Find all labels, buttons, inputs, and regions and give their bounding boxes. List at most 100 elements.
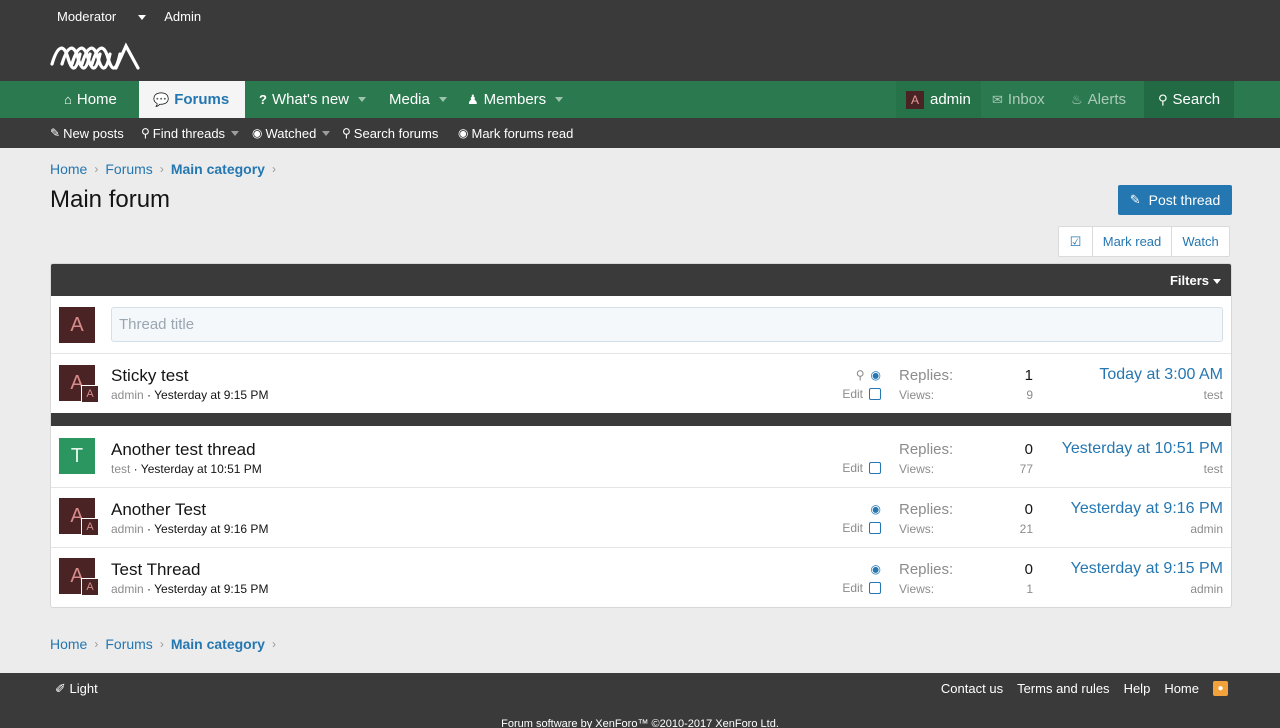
moderator-menu[interactable]: Moderator (57, 9, 147, 24)
breadcrumb-forums[interactable]: Forums (105, 636, 152, 652)
breadcrumb-home[interactable]: Home (50, 161, 87, 177)
replies-label: Replies: (899, 561, 954, 578)
thread-title[interactable]: Another test thread (111, 440, 256, 460)
nav-account[interactable]: Aadmin (896, 81, 981, 118)
copyright: Forum software by XenForo™ ©2010-2017 Xe… (501, 718, 779, 728)
edit-link[interactable]: Edit (842, 521, 863, 535)
last-post-user[interactable]: admin (1190, 522, 1223, 536)
thread-list-header: Filters (51, 264, 1231, 296)
help-link[interactable]: Help (1124, 681, 1151, 696)
edit-controls: Edit (821, 521, 881, 535)
nav-whats-new[interactable]: ? What's new (259, 81, 367, 118)
nav-home[interactable]: ⌂ Home (64, 81, 117, 118)
last-post-date[interactable]: Yesterday at 9:15 PM (1071, 560, 1223, 578)
nav-inbox[interactable]: ✉ Inbox (992, 81, 1045, 118)
last-post-user[interactable]: test (1204, 462, 1223, 476)
chevron-down-icon (358, 97, 367, 102)
edit-controls: Edit (821, 461, 881, 475)
views-count: 77 (1019, 462, 1033, 476)
edit-controls: Edit (821, 387, 881, 401)
table-row[interactable]: T Another test thread test · Yesterday a… (51, 428, 1231, 488)
last-post-user[interactable]: test (1204, 388, 1223, 402)
breadcrumb-home[interactable]: Home (50, 636, 87, 652)
thread-author[interactable]: test (111, 462, 130, 476)
status-icons: ◉ (841, 562, 881, 576)
admin-link[interactable]: Admin (164, 9, 201, 24)
chevron-down-icon (138, 14, 147, 20)
filters-menu[interactable]: Filters (1170, 273, 1221, 288)
breadcrumb-forums[interactable]: Forums (105, 161, 152, 177)
replies-count: 0 (1024, 501, 1033, 518)
breadcrumb-category[interactable]: Main category (171, 161, 265, 177)
edit-link[interactable]: Edit (842, 581, 863, 595)
chevron-down-icon (438, 97, 447, 102)
watch-button[interactable]: Watch (1172, 227, 1229, 256)
subnav-search-forums[interactable]: ⚲ Search forums (342, 118, 438, 148)
avatar[interactable]: A (59, 307, 95, 343)
avatar-small[interactable]: A (81, 518, 99, 536)
home-link[interactable]: Home (1164, 681, 1199, 696)
nav-members[interactable]: ♟ Members (467, 81, 564, 118)
chevron-right-icon: › (159, 162, 164, 176)
breadcrumb-category[interactable]: Main category (171, 636, 265, 652)
thread-meta: test · Yesterday at 10:51 PM (111, 462, 262, 476)
subnav-new-posts[interactable]: ✎ New posts (50, 118, 124, 148)
select-checkbox[interactable] (869, 388, 881, 400)
table-row[interactable]: A A Sticky test admin · Yesterday at 9:1… (51, 354, 1231, 414)
eye-slash-icon: ◉ (458, 126, 469, 140)
chevron-down-icon (555, 97, 564, 102)
select-checkbox[interactable] (869, 522, 881, 534)
thread-title-input[interactable] (111, 307, 1223, 342)
avatar-small[interactable]: A (81, 385, 99, 403)
table-row[interactable]: A A Another Test admin · Yesterday at 9:… (51, 488, 1231, 548)
thread-title[interactable]: Another Test (111, 500, 206, 520)
last-post-date[interactable]: Yesterday at 10:51 PM (1062, 440, 1223, 458)
avatar: A (906, 90, 924, 109)
mark-read-button[interactable]: Mark read (1093, 227, 1172, 256)
chevron-down-icon (231, 130, 240, 136)
rss-icon[interactable]: ● (1213, 681, 1228, 696)
terms-link[interactable]: Terms and rules (1017, 681, 1109, 696)
thread-title[interactable]: Test Thread (111, 560, 200, 580)
chevron-right-icon: › (271, 637, 276, 651)
thread-date[interactable]: Yesterday at 10:51 PM (141, 462, 262, 476)
subnav-watched[interactable]: ◉ Watched (252, 118, 331, 148)
subnav-mark-read[interactable]: ◉ Mark forums read (458, 118, 573, 148)
nav-alerts[interactable]: ♨ Alerts (1071, 81, 1126, 118)
views-count: 9 (1026, 388, 1033, 402)
last-post-date[interactable]: Yesterday at 9:16 PM (1071, 500, 1223, 518)
subnav-find-threads[interactable]: ⚲ Find threads (141, 118, 240, 148)
avatar[interactable]: T (59, 438, 95, 474)
select-all-button[interactable]: ☑ (1059, 227, 1093, 256)
chevron-down-icon (322, 130, 331, 136)
nav-forums[interactable]: 💬 Forums (139, 81, 245, 118)
nav-search[interactable]: ⚲ Search (1144, 81, 1234, 118)
thread-author[interactable]: admin (111, 388, 144, 402)
footer-links: Contact us Terms and rules Help Home ● (927, 681, 1228, 696)
thread-title[interactable]: Sticky test (111, 366, 188, 386)
staff-bar: Moderator Admin (0, 0, 1280, 32)
question-icon: ? (259, 92, 267, 107)
select-checkbox[interactable] (869, 582, 881, 594)
thread-date[interactable]: Yesterday at 9:16 PM (154, 522, 268, 536)
status-icons: ◉ (841, 502, 881, 516)
nav-media[interactable]: Media (389, 81, 447, 118)
avatar-small[interactable]: A (81, 578, 99, 596)
thread-meta: admin · Yesterday at 9:15 PM (111, 582, 269, 596)
sub-nav: ✎ New posts ⚲ Find threads ◉ Watched ⚲ Searc… (0, 118, 1280, 148)
table-row[interactable]: A A Test Thread admin · Yesterday at 9:1… (51, 548, 1231, 607)
style-chooser[interactable]: ✐ Light (55, 681, 98, 697)
last-post-date[interactable]: Today at 3:00 AM (1099, 366, 1223, 384)
edit-link[interactable]: Edit (842, 461, 863, 475)
site-logo[interactable] (50, 38, 150, 74)
thread-date[interactable]: Yesterday at 9:15 PM (154, 388, 268, 402)
thread-date[interactable]: Yesterday at 9:15 PM (154, 582, 268, 596)
post-thread-button[interactable]: ✎ Post thread (1118, 185, 1232, 215)
envelope-icon: ✉ (992, 91, 1003, 107)
thread-author[interactable]: admin (111, 582, 144, 596)
contact-link[interactable]: Contact us (941, 681, 1003, 696)
select-checkbox[interactable] (869, 462, 881, 474)
edit-link[interactable]: Edit (842, 387, 863, 401)
last-post-user[interactable]: admin (1190, 582, 1223, 596)
thread-author[interactable]: admin (111, 522, 144, 536)
